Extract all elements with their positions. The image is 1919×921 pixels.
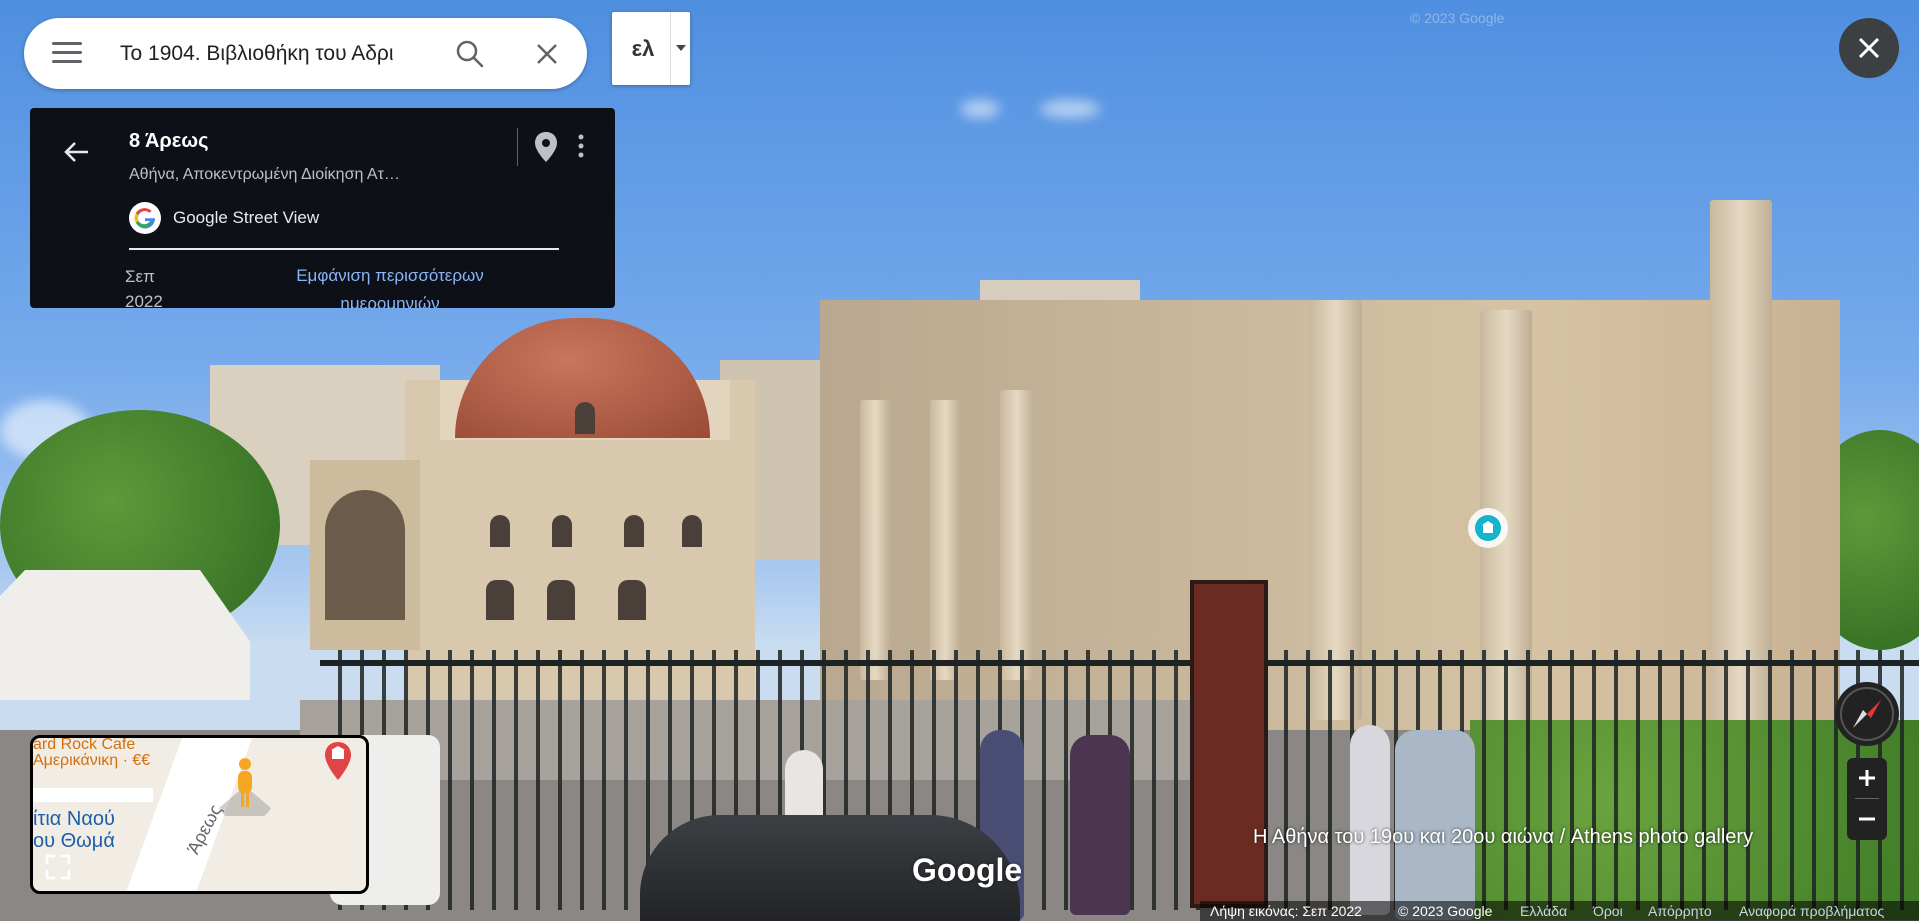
museum-pin-icon[interactable] — [323, 740, 353, 782]
map-label-church: ίτια Ναού — [33, 808, 115, 830]
window — [575, 402, 595, 434]
terms-link[interactable]: Όροι — [1593, 903, 1623, 919]
cloud — [960, 100, 1000, 118]
window — [552, 515, 572, 547]
capture-year: 2022 — [125, 292, 163, 308]
mosque-porch-arch — [325, 490, 405, 620]
divider — [129, 248, 559, 250]
pedestrian — [1350, 725, 1390, 915]
footer-bar: Λήψη εικόνας: Σεπ 2022 © 2023 Google Ελλ… — [1200, 901, 1919, 921]
language-label: ελ — [631, 36, 655, 61]
pedestrian — [785, 750, 823, 820]
close-icon[interactable] — [529, 36, 565, 72]
divider — [517, 128, 518, 166]
info-sign — [1190, 580, 1268, 908]
capture-date-label: Λήψη εικόνας: Σεπ 2022 — [1210, 903, 1362, 919]
corner-watermark: © 2023 Google — [1410, 10, 1505, 26]
zoom-in-button[interactable] — [1847, 758, 1887, 798]
google-watermark: Google — [912, 852, 1023, 888]
location-card: 8 Άρεως Αθήνα, Αποκεντρωμένη Διοίκηση Ατ… — [30, 108, 615, 308]
compass-icon[interactable] — [1835, 682, 1899, 746]
map-pin-icon[interactable] — [532, 130, 560, 164]
mini-map[interactable]: ard Rock Cafe Αμερικάνικη · €€ ίτια Ναού… — [30, 735, 369, 894]
source-label[interactable]: Google Street View — [173, 208, 319, 228]
copyright-label: © 2023 Google — [1398, 903, 1493, 919]
column — [930, 400, 960, 680]
window — [490, 515, 510, 547]
window — [624, 515, 644, 547]
back-arrow-icon[interactable] — [60, 135, 94, 169]
iron-fence-rail — [320, 660, 1919, 666]
zoom-out-button[interactable] — [1847, 799, 1887, 839]
pedestrian — [1070, 735, 1130, 915]
close-streetview-button[interactable] — [1839, 18, 1899, 78]
more-options-icon[interactable] — [573, 130, 589, 164]
column — [860, 400, 890, 680]
column — [1000, 390, 1034, 680]
expand-icon[interactable] — [41, 850, 75, 884]
close-icon — [1858, 37, 1880, 59]
location-title: 8 Άρεως — [129, 130, 209, 152]
capture-date: Σεπ 2022 — [125, 264, 195, 308]
google-logo-icon — [129, 202, 161, 234]
pegman-icon[interactable] — [215, 756, 275, 824]
window — [547, 580, 575, 620]
country-link[interactable]: Ελλάδα — [1520, 903, 1567, 919]
report-problem-link[interactable]: Αναφορά προβλήματος — [1739, 903, 1884, 919]
window — [682, 515, 702, 547]
photo-credit-link[interactable]: Η Αθήνα του 19ου και 20ου αιώνα / Athens… — [1253, 826, 1753, 849]
window — [486, 580, 514, 620]
window — [618, 580, 646, 620]
location-subtitle: Αθήνα, Αποκεντρωμένη Διοίκηση Ατ… — [129, 166, 400, 183]
market-tent — [0, 570, 250, 700]
language-button[interactable]: ελ — [612, 12, 690, 85]
privacy-link[interactable]: Απόρρητο — [1648, 903, 1712, 919]
menu-icon[interactable] — [52, 42, 82, 66]
search-bar — [24, 18, 587, 89]
more-dates-link[interactable]: Εμφάνιση περισσότερων ημερομηνιών — [260, 262, 520, 308]
cloud — [1040, 100, 1100, 118]
column — [1710, 200, 1772, 720]
search-input[interactable] — [120, 36, 460, 72]
capture-month: Σεπ — [125, 267, 155, 286]
chevron-down-icon[interactable] — [676, 45, 686, 51]
map-label-poi-category: Αμερικάνικη · €€ — [33, 752, 151, 769]
zoom-control — [1847, 758, 1887, 840]
pedestrian — [1395, 730, 1475, 920]
museum-icon — [1475, 515, 1501, 541]
search-icon[interactable] — [452, 36, 488, 72]
map-road — [33, 788, 153, 802]
place-marker[interactable] — [1468, 508, 1508, 548]
divider — [670, 12, 671, 85]
